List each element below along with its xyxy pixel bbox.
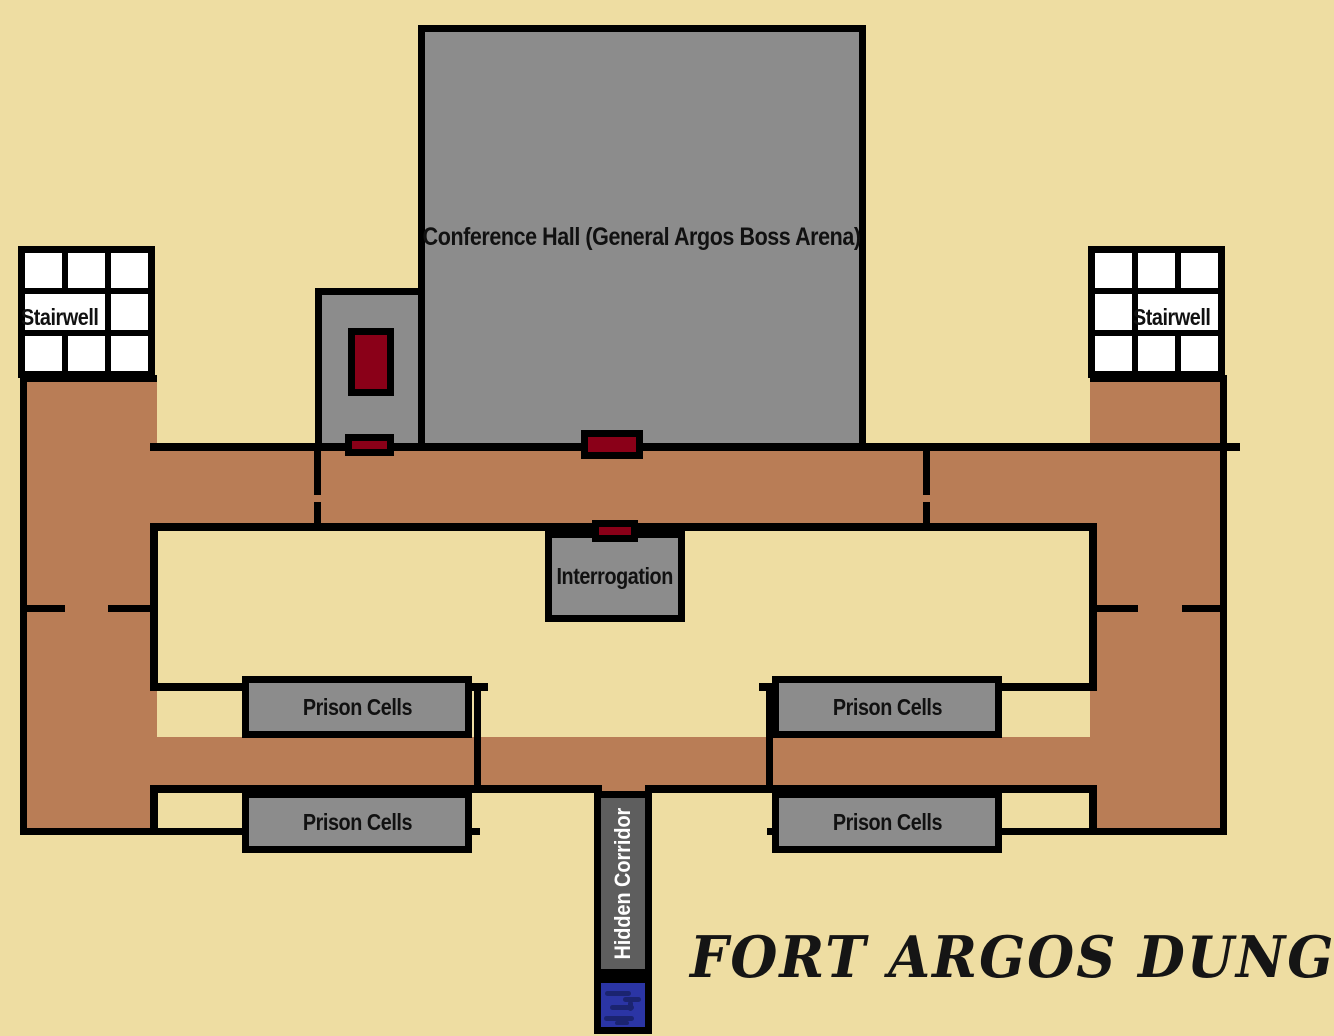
- room-conference-hall[interactable]: Conference Hall (General Argos Boss Aren…: [418, 25, 866, 450]
- wall-anteroom-east-lower: [418, 360, 425, 450]
- stair-cell: [68, 253, 105, 289]
- wall-stub-right-lower: [1182, 605, 1227, 612]
- interrogation-label: Interrogation: [556, 563, 674, 589]
- door-anteroom-south[interactable]: [345, 434, 394, 456]
- room-interrogation[interactable]: Interrogation: [545, 531, 685, 622]
- stair-cell: [111, 253, 148, 289]
- wall-stub-corridor-right-top: [923, 451, 930, 495]
- stair-cell: [1095, 253, 1132, 289]
- stair-cell: [111, 294, 148, 330]
- wall-stub-mid-right-bottom: [766, 737, 773, 787]
- stair-cell: [1138, 335, 1175, 371]
- door-conference-hall-south[interactable]: [581, 430, 643, 459]
- wall-anteroom-east-upper: [418, 288, 425, 324]
- stair-cell: [1181, 253, 1218, 289]
- stair-cell: [25, 335, 62, 371]
- door-interrogation-north[interactable]: [592, 520, 638, 542]
- room-prison-cells-upper-left[interactable]: Prison Cells: [242, 676, 472, 738]
- corridor-top-horizontal: [20, 448, 1227, 530]
- room-hidden-corridor[interactable]: Hidden Corridor: [594, 791, 652, 976]
- stair-cell: [68, 335, 105, 371]
- wall-stub-mid-left-bottom: [474, 737, 481, 787]
- hidden-corridor-label: Hidden Corridor: [610, 807, 635, 960]
- wall-stub-left-lower: [108, 605, 157, 612]
- room-secret-chamber[interactable]: [594, 976, 652, 1034]
- room-prison-cells-lower-right[interactable]: Prison Cells: [772, 791, 1002, 853]
- stair-cell: [25, 253, 62, 289]
- door-anteroom-west[interactable]: [348, 328, 394, 396]
- wall-stub-corridor-right-bottom: [923, 502, 930, 530]
- inner-chamber-lower-middle: [480, 690, 767, 737]
- room-prison-cells-upper-right[interactable]: Prison Cells: [772, 676, 1002, 738]
- wall-stub-left-upper: [20, 605, 65, 612]
- wall-stub-corridor-left-top: [314, 451, 321, 495]
- stair-cell: [1095, 335, 1132, 371]
- wall-stub-right-upper: [1090, 605, 1138, 612]
- stair-cell: [1181, 335, 1218, 371]
- prison-cells-label: Prison Cells: [832, 808, 942, 835]
- stairwell-right-label: Stairwell: [1133, 304, 1211, 330]
- water-mark: [615, 1021, 629, 1025]
- map-title: FORT ARGOS DUNGEONS: [690, 923, 1334, 991]
- prison-cells-label: Prison Cells: [302, 808, 412, 835]
- stair-cell: [1095, 294, 1132, 330]
- wall-stub-mid-left-top: [474, 691, 481, 737]
- stair-cell: [1138, 253, 1175, 289]
- room-prison-cells-lower-left[interactable]: Prison Cells: [242, 791, 472, 853]
- water-mark: [605, 991, 631, 996]
- stair-cell: [111, 335, 148, 371]
- stairwell-left-label: Stairwell: [21, 304, 99, 330]
- water-mark: [628, 1001, 633, 1011]
- wall-stub-corridor-left-bottom: [314, 502, 321, 530]
- prison-cells-label: Prison Cells: [302, 693, 412, 720]
- wall-bottom-chamber-east: [1089, 785, 1097, 835]
- conference-hall-label: Conference Hall (General Argos Boss Aren…: [423, 223, 861, 251]
- prison-cells-label: Prison Cells: [832, 693, 942, 720]
- dungeon-map: Conference Hall (General Argos Boss Aren…: [0, 0, 1334, 1036]
- wall-bottom-chamber-west: [150, 785, 158, 835]
